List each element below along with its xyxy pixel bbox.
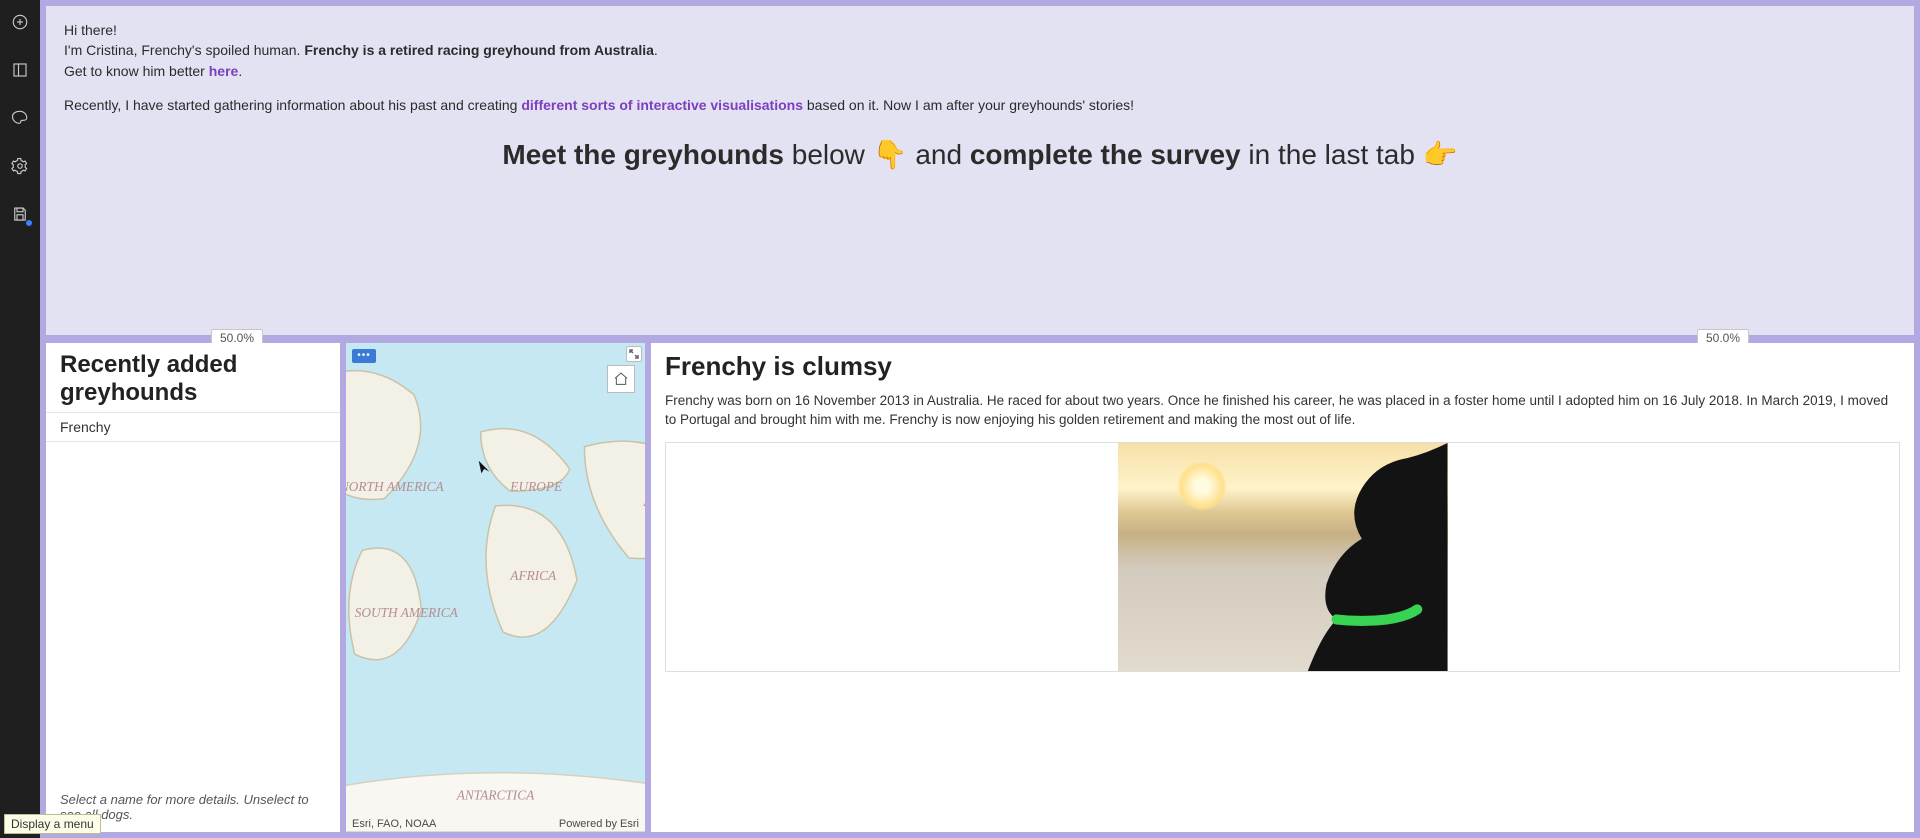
map-expand-button[interactable] [626, 346, 642, 362]
intro-line1: Hi there! [64, 20, 1896, 40]
intro-line4: Recently, I have started gathering infor… [64, 95, 1896, 115]
world-map: NORTH AMERICA SOUTH AMERICA EUROPE AFRIC… [346, 343, 645, 832]
label-af: AFRICA [509, 568, 557, 583]
intro-line4a: Recently, I have started gathering infor… [64, 97, 521, 113]
intro-line3b: . [238, 63, 242, 79]
label-na: NORTH AMERICA [346, 479, 445, 494]
intro-line4b: based on it. Now I am after your greyhou… [803, 97, 1134, 113]
intro-line2b: Frenchy is a retired racing greyhound fr… [304, 42, 654, 58]
headline-t2: and [908, 139, 970, 170]
theme-icon[interactable] [6, 104, 34, 132]
list-item[interactable]: Frenchy [46, 412, 340, 442]
bottom-row: Recently added greyhounds Frenchy Select… [46, 343, 1914, 838]
label-ant: ANTARCTICA [456, 787, 535, 802]
headline-t3: in the last tab [1241, 139, 1423, 170]
map-home-button[interactable] [607, 365, 635, 393]
intro-line2c: . [654, 42, 658, 58]
intro-headline: Meet the greyhounds below 👇 and complete… [64, 135, 1896, 176]
intro-panel: Hi there! I'm Cristina, Frenchy's spoile… [46, 0, 1914, 335]
list-title: Recently added greyhounds [46, 343, 340, 412]
headline-bold2: complete the survey [970, 139, 1241, 170]
greyhound-photo [1118, 443, 1448, 671]
label-sa: SOUTH AMERICA [355, 605, 459, 620]
intro-line3: Get to know him better here. [64, 61, 1896, 81]
pointing-down-icon: 👇 [873, 139, 908, 170]
map-surface[interactable]: NORTH AMERICA SOUTH AMERICA EUROPE AFRIC… [346, 343, 645, 832]
intro-line2a: I'm Cristina, Frenchy's spoiled human. [64, 42, 304, 58]
detail-image-frame [665, 442, 1900, 672]
map-pane[interactable]: NORTH AMERICA SOUTH AMERICA EUROPE AFRIC… [346, 343, 651, 832]
label-as: ASIA [643, 494, 645, 509]
greyhound-list-pane: Recently added greyhounds Frenchy Select… [46, 343, 346, 832]
pointing-right-icon: 👉 [1423, 139, 1458, 170]
headline-t1: below [784, 139, 873, 170]
layout-icon[interactable] [6, 56, 34, 84]
map-menu-button[interactable] [352, 349, 376, 363]
intro-here-link[interactable]: here [209, 63, 239, 79]
intro-line3a: Get to know him better [64, 63, 209, 79]
add-icon[interactable] [6, 8, 34, 36]
sun-glow [1177, 461, 1227, 511]
main-canvas: Hi there! I'm Cristina, Frenchy's spoile… [40, 0, 1920, 838]
detail-pane: Frenchy is clumsy Frenchy was born on 16… [651, 343, 1914, 832]
intro-line2: I'm Cristina, Frenchy's spoiled human. F… [64, 40, 1896, 60]
settings-icon[interactable] [6, 152, 34, 180]
dog-silhouette [1266, 443, 1448, 672]
save-icon[interactable] [6, 200, 34, 228]
cursor-icon [476, 459, 494, 477]
editor-side-toolbar [0, 0, 40, 838]
spacer [64, 81, 1896, 95]
horizontal-splitter[interactable]: 50.0% 50.0% [46, 335, 1914, 343]
tooltip-display-menu: Display a menu [4, 814, 101, 834]
detail-title: Frenchy is clumsy [665, 351, 1900, 382]
detail-body: Frenchy was born on 16 November 2013 in … [665, 392, 1900, 430]
intro-viz-link[interactable]: different sorts of interactive visualisa… [521, 97, 803, 113]
headline-bold1: Meet the greyhounds [502, 139, 784, 170]
label-eu: EUROPE [509, 479, 562, 494]
